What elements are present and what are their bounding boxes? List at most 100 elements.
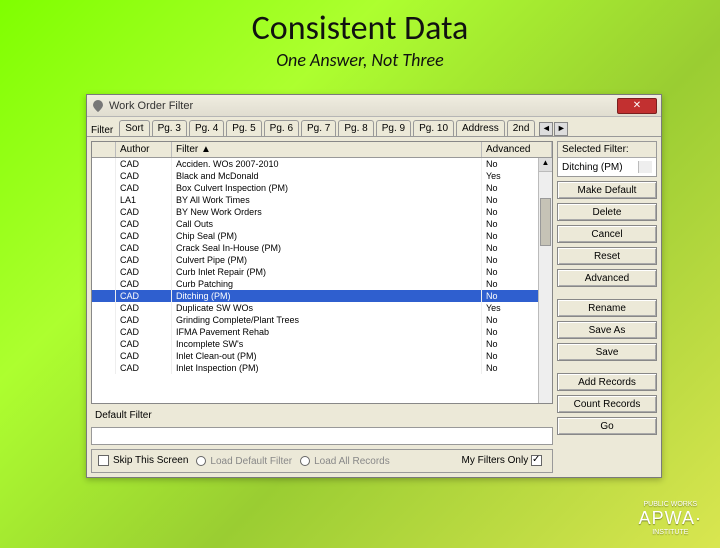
tab-sort[interactable]: Sort [119,120,149,136]
slide-title: Consistent Data [0,8,720,49]
scroll-up-icon[interactable]: ▲ [539,158,552,172]
cell-author: CAD [116,170,172,182]
tab-address[interactable]: Address [456,120,505,136]
title-bar: Work Order Filter ✕ [87,95,661,117]
window-title: Work Order Filter [109,100,613,112]
cell-author: CAD [116,266,172,278]
tabs-scroll-left[interactable]: ◄ [539,122,553,136]
tab-pg5[interactable]: Pg. 5 [226,120,261,136]
col-author[interactable]: Author [116,142,172,157]
table-row[interactable]: CADCulvert Pipe (PM)No [92,254,552,266]
default-filter-label: Default Filter [91,408,553,423]
cell-author: CAD [116,254,172,266]
my-filters-only-checkbox[interactable]: My Filters Only [462,455,546,466]
table-row[interactable]: CADCrack Seal In-House (PM)No [92,242,552,254]
app-icon [91,99,105,113]
table-row[interactable]: CADAcciden. WOs 2007-2010No [92,158,552,170]
cell-author: LA1 [116,194,172,206]
selected-filter-scroll[interactable] [638,161,652,173]
cell-author: CAD [116,314,172,326]
cell-author: CAD [116,158,172,170]
table-row[interactable]: CADDitching (PM)No [92,290,552,302]
slide-subtitle: One Answer, Not Three [0,49,720,71]
save-button[interactable]: Save [557,343,657,361]
tab-strip: Filter Sort Pg. 3 Pg. 4 Pg. 5 Pg. 6 Pg. … [87,117,661,137]
cell-filter: Incomplete SW's [172,338,482,350]
scroll-thumb[interactable] [540,198,551,246]
table-row[interactable]: CADCurb Inlet Repair (PM)No [92,266,552,278]
grid-scrollbar[interactable]: ▲ [538,158,552,403]
tabs-scroll-right[interactable]: ► [554,122,568,136]
go-button[interactable]: Go [557,417,657,435]
tab-2nd[interactable]: 2nd [507,120,536,136]
cell-filter: Black and McDonald [172,170,482,182]
cell-author: CAD [116,338,172,350]
col-filter[interactable]: Filter ▲ [172,142,482,157]
tab-pg8[interactable]: Pg. 8 [338,120,373,136]
table-row[interactable]: CADBY New Work OrdersNo [92,206,552,218]
tab-pg3[interactable]: Pg. 3 [152,120,187,136]
dialog-window: Work Order Filter ✕ Filter Sort Pg. 3 Pg… [86,94,662,478]
cell-filter: Inlet Inspection (PM) [172,362,482,374]
apwa-logo: PUBLIC WORKS APWA· INSTITUTE [639,501,702,536]
close-icon: ✕ [633,100,641,111]
load-default-label: Load Default Filter [210,456,292,467]
cell-author: CAD [116,206,172,218]
cell-filter: BY New Work Orders [172,206,482,218]
table-row[interactable]: CADIFMA Pavement RehabNo [92,326,552,338]
table-row[interactable]: CADCurb PatchingNo [92,278,552,290]
count-records-button[interactable]: Count Records [557,395,657,413]
cell-author: CAD [116,326,172,338]
load-default-radio[interactable]: Load Default Filter [196,456,292,467]
make-default-button[interactable]: Make Default [557,181,657,199]
cell-filter: Grinding Complete/Plant Trees [172,314,482,326]
grid-header: Author Filter ▲ Advanced [92,142,552,158]
delete-button[interactable]: Delete [557,203,657,221]
selected-filter-box: Selected Filter: Ditching (PM) [557,141,657,177]
cell-filter: Curb Patching [172,278,482,290]
cell-author: CAD [116,362,172,374]
default-filter-field[interactable] [91,427,553,445]
selected-filter-value: Ditching (PM) [562,162,623,173]
table-row[interactable]: CADInlet Clean-out (PM)No [92,350,552,362]
tab-pg10[interactable]: Pg. 10 [413,120,454,136]
table-row[interactable]: CADDuplicate SW WOsYes [92,302,552,314]
skip-screen-label: Skip This Screen [113,456,188,467]
cell-filter: Ditching (PM) [172,290,482,302]
add-records-button[interactable]: Add Records [557,373,657,391]
save-as-button[interactable]: Save As [557,321,657,339]
cell-filter: Chip Seal (PM) [172,230,482,242]
cell-filter: Crack Seal In-House (PM) [172,242,482,254]
table-row[interactable]: CADIncomplete SW'sNo [92,338,552,350]
table-row[interactable]: CADChip Seal (PM)No [92,230,552,242]
cell-filter: Duplicate SW WOs [172,302,482,314]
col-advanced[interactable]: Advanced [482,142,552,157]
cancel-button[interactable]: Cancel [557,225,657,243]
bottom-bar: Skip This Screen Load Default Filter Loa… [91,449,553,473]
cell-filter: Culvert Pipe (PM) [172,254,482,266]
cell-filter: Acciden. WOs 2007-2010 [172,158,482,170]
advanced-button[interactable]: Advanced [557,269,657,287]
table-row[interactable]: LA1BY All Work TimesNo [92,194,552,206]
cell-author: CAD [116,278,172,290]
table-row[interactable]: CADGrinding Complete/Plant TreesNo [92,314,552,326]
table-row[interactable]: CADBox Culvert Inspection (PM)No [92,182,552,194]
cell-filter: IFMA Pavement Rehab [172,326,482,338]
cell-author: CAD [116,218,172,230]
tab-pg9[interactable]: Pg. 9 [376,120,411,136]
skip-screen-checkbox[interactable]: Skip This Screen [98,455,188,466]
reset-button[interactable]: Reset [557,247,657,265]
cell-author: CAD [116,242,172,254]
tab-pg7[interactable]: Pg. 7 [301,120,336,136]
cell-author: CAD [116,230,172,242]
cell-author: CAD [116,182,172,194]
table-row[interactable]: CADInlet Inspection (PM)No [92,362,552,374]
table-row[interactable]: CADCall OutsNo [92,218,552,230]
cell-filter: Inlet Clean-out (PM) [172,350,482,362]
load-all-radio[interactable]: Load All Records [300,456,390,467]
table-row[interactable]: CADBlack and McDonaldYes [92,170,552,182]
rename-button[interactable]: Rename [557,299,657,317]
tab-pg6[interactable]: Pg. 6 [264,120,299,136]
tab-pg4[interactable]: Pg. 4 [189,120,224,136]
close-button[interactable]: ✕ [617,98,657,114]
